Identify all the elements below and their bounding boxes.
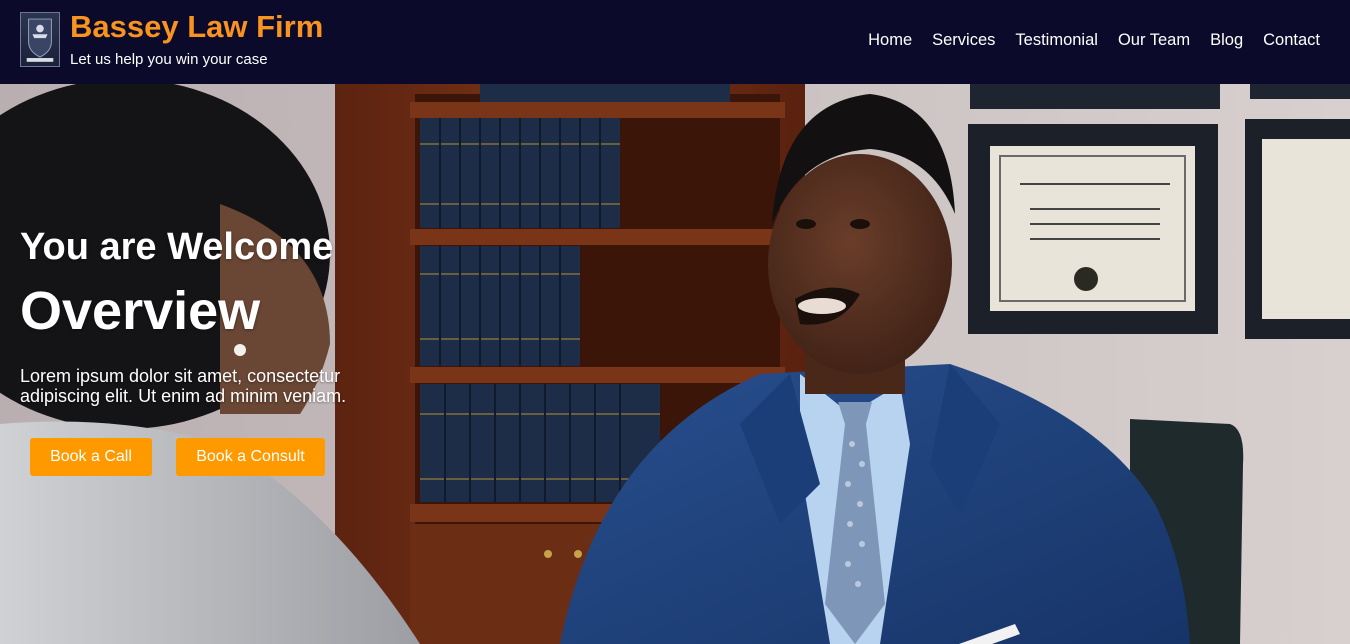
nav-services[interactable]: Services — [932, 31, 995, 50]
hero-heading: Overview — [20, 281, 261, 341]
nav-our-team[interactable]: Our Team — [1118, 31, 1190, 50]
hero-background-image — [0, 84, 1350, 644]
nav-contact[interactable]: Contact — [1263, 31, 1320, 50]
hero-welcome: You are Welcome — [20, 226, 334, 268]
main-nav: Home Services Testimonial Our Team Blog … — [868, 31, 1320, 50]
nav-blog[interactable]: Blog — [1210, 31, 1243, 50]
nav-home[interactable]: Home — [868, 31, 912, 50]
brand-tagline: Let us help you win your case — [70, 51, 268, 68]
nav-testimonial[interactable]: Testimonial — [1015, 31, 1098, 50]
book-consult-button[interactable]: Book a Consult — [176, 438, 325, 476]
book-call-button[interactable]: Book a Call — [30, 438, 152, 476]
brand-title[interactable]: Bassey Law Firm — [70, 9, 323, 45]
hero-section: You are Welcome Overview Lorem ipsum dol… — [0, 84, 1350, 644]
law-firm-crest-icon[interactable] — [20, 12, 60, 67]
hero-lead-text: Lorem ipsum dolor sit amet, consectetur … — [20, 366, 347, 406]
site-header: Bassey Law Firm Let us help you win your… — [0, 0, 1350, 84]
